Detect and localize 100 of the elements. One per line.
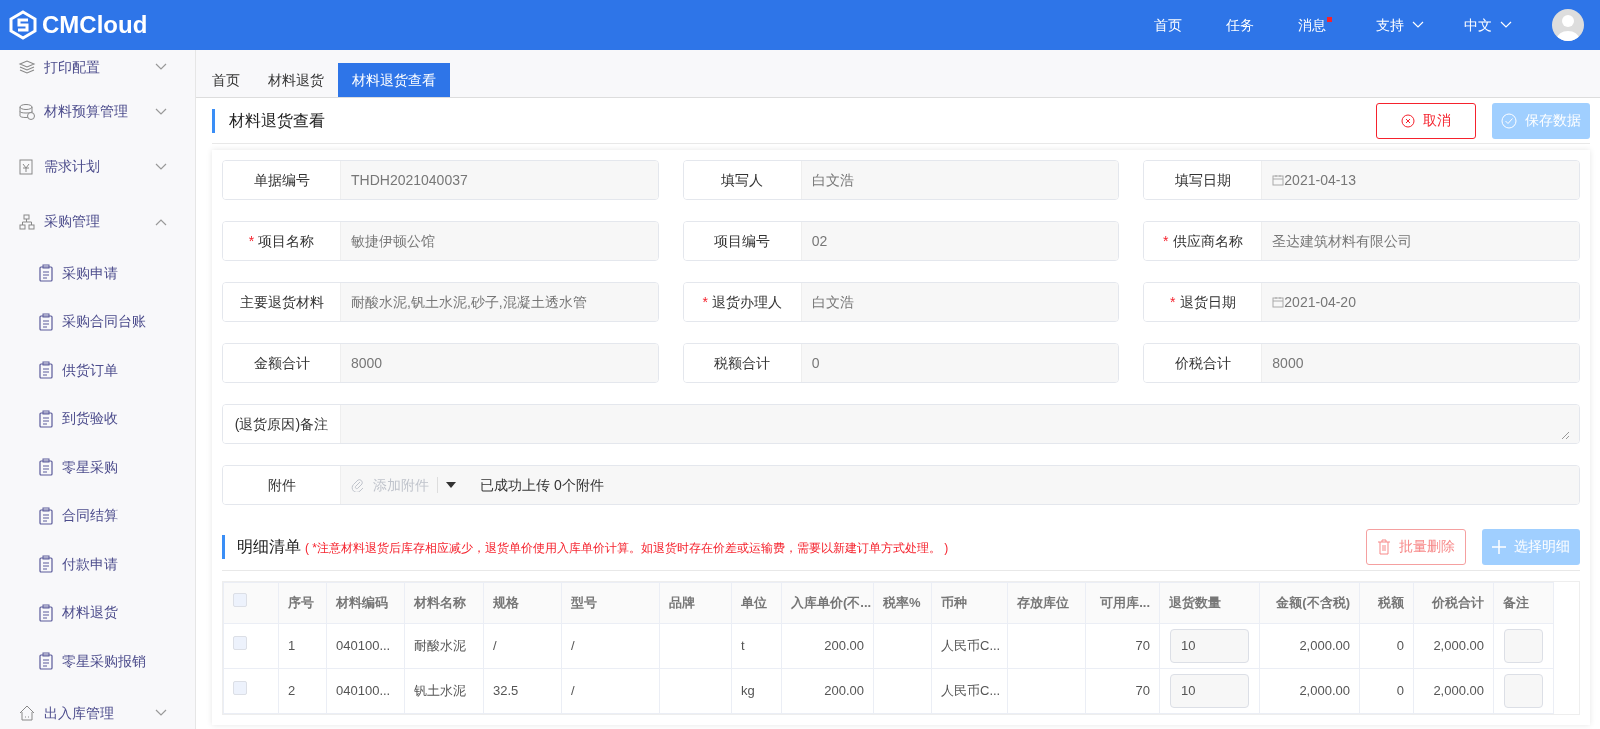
column-header: 材料编码	[326, 582, 405, 624]
table-cell: 2,000.00	[1413, 668, 1494, 714]
warning-note: ( *注意材料退货后库存相应减少，退货单价使用入库单价计算。如退货时存在价差或运输费，需要以新建订单方式处理。 )	[305, 539, 949, 557]
clipboard-icon	[38, 312, 54, 331]
table-cell: 2	[278, 668, 327, 714]
field-value: 耐酸水泥,钒土水泥,砂子,混凝土透水管	[351, 292, 587, 312]
field-value: 2021-04-13	[1284, 170, 1356, 190]
field-label: 项目名称	[258, 231, 315, 251]
row-checkbox[interactable]	[233, 681, 247, 696]
sidebar-item[interactable]: 采购管理	[0, 194, 195, 249]
sidebar-subitem[interactable]: 零星采购报销	[0, 637, 195, 686]
clipboard-icon	[38, 458, 54, 477]
table-cell: 040100...	[326, 668, 405, 714]
column-header: 备注	[1493, 582, 1554, 624]
column-header: 材料名称	[404, 582, 484, 624]
field-label: 供应商名称	[1172, 231, 1243, 251]
column-header: 税率%	[873, 582, 932, 624]
table-cell: 0	[1359, 668, 1414, 714]
clipboard-icon	[38, 555, 54, 574]
column-header: 序号	[278, 582, 327, 624]
field-label: 价税合计	[1174, 353, 1231, 373]
tab[interactable]: 材料退货查看	[338, 63, 450, 97]
quantity-input[interactable]: 10	[1170, 629, 1249, 663]
sidebar-subitem[interactable]: 到货验收	[0, 394, 195, 443]
paperclip-icon	[351, 478, 365, 492]
table-cell: 人民币C...	[931, 668, 1008, 714]
field-label: 税额合计	[714, 353, 771, 373]
trash-icon	[1377, 538, 1391, 555]
sidebar-item[interactable]: 材料预算管理	[0, 84, 195, 139]
clipboard-icon	[38, 603, 54, 622]
table-cell: 耐酸水泥	[404, 623, 484, 669]
quantity-input[interactable]: 10	[1170, 674, 1249, 708]
nav-link[interactable]: 任务	[1226, 13, 1254, 37]
org-chart-icon	[18, 212, 36, 231]
nav-link[interactable]: 首页	[1154, 13, 1182, 37]
sidebar-item[interactable]: 出入库管理	[0, 685, 195, 729]
row-checkbox[interactable]	[233, 636, 247, 651]
sidebar-item[interactable]: 需求计划	[0, 139, 195, 194]
quantity-input[interactable]	[1504, 629, 1543, 663]
column-header: 品牌	[659, 582, 732, 624]
chevron-down-icon	[1412, 21, 1424, 29]
column-header: 价税合计	[1413, 582, 1494, 624]
quantity-input[interactable]	[1504, 674, 1543, 708]
dropdown-caret-icon[interactable]	[446, 482, 456, 488]
sidebar-subitem[interactable]: 采购申请	[0, 249, 195, 298]
field-label: 退货办理人	[711, 292, 782, 312]
column-header: 单位	[731, 582, 782, 624]
clipboard-icon	[38, 409, 54, 428]
field-value: 8000	[351, 353, 383, 373]
field-value: THDH2021040037	[351, 170, 468, 190]
table-cell: 32.5	[483, 668, 562, 714]
field-value: 0	[811, 353, 820, 373]
table-cell: 040100...	[326, 623, 405, 669]
clipboard-icon	[38, 361, 54, 380]
field-label: 单据编号	[253, 170, 310, 190]
nav-link[interactable]: 支持	[1376, 13, 1424, 37]
nav-link[interactable]: 中文	[1464, 13, 1512, 37]
table-cell: 1	[278, 623, 327, 669]
section-title: 明细清单	[237, 536, 301, 557]
column-header: 税额	[1359, 582, 1414, 624]
column-header: 存放库位	[1007, 582, 1086, 624]
field-label: (退货原因)备注	[234, 414, 329, 434]
upload-status: 已成功上传 0个附件	[480, 475, 604, 495]
resize-handle-icon	[1561, 431, 1569, 439]
sidebar-subitem[interactable]: 付款申请	[0, 540, 195, 589]
field-value: 2021-04-20	[1284, 292, 1356, 312]
sidebar-item[interactable]: 打印配置	[0, 50, 195, 84]
field-label: 填写人	[721, 170, 764, 190]
field-value: 白文浩	[811, 292, 854, 312]
table-cell: 人民币C...	[931, 623, 1008, 669]
table-cell: 2,000.00	[1259, 668, 1360, 714]
table-cell: /	[561, 623, 660, 669]
sidebar-subitem[interactable]: 采购合同台账	[0, 297, 195, 346]
field-label: 填写日期	[1174, 170, 1231, 190]
required-mark: *	[1170, 292, 1176, 312]
cancel-button[interactable]: 取消	[1376, 102, 1476, 139]
sidebar-subitem[interactable]: 合同结算	[0, 491, 195, 540]
tab[interactable]: 首页	[198, 63, 254, 97]
logo-text: CMCloud	[42, 10, 148, 40]
table-cell: 200.00	[781, 668, 874, 714]
required-mark: *	[1163, 231, 1169, 251]
clipboard-icon	[38, 264, 54, 283]
field-value: 8000	[1272, 353, 1304, 373]
field-value: 白文浩	[811, 170, 854, 190]
field-label: 金额合计	[253, 353, 310, 373]
field-label: 附件	[267, 475, 296, 495]
sidebar-subitem[interactable]: 材料退货	[0, 588, 195, 637]
chevron-down-icon	[1500, 21, 1512, 29]
select-all-checkbox[interactable]	[233, 593, 247, 608]
house-icon	[18, 704, 36, 722]
nav-link[interactable]: 消息	[1298, 13, 1332, 37]
required-mark: *	[248, 231, 255, 251]
sidebar-subitem[interactable]: 供货订单	[0, 346, 195, 395]
required-mark: *	[702, 292, 708, 312]
tab[interactable]: 材料退货	[254, 63, 338, 97]
calendar-icon	[1272, 174, 1285, 186]
table-cell: 70	[1085, 668, 1160, 714]
column-header: 金额(不含税)	[1259, 582, 1360, 624]
sidebar-subitem[interactable]: 零星采购	[0, 443, 195, 492]
avatar-icon[interactable]	[1552, 9, 1584, 41]
